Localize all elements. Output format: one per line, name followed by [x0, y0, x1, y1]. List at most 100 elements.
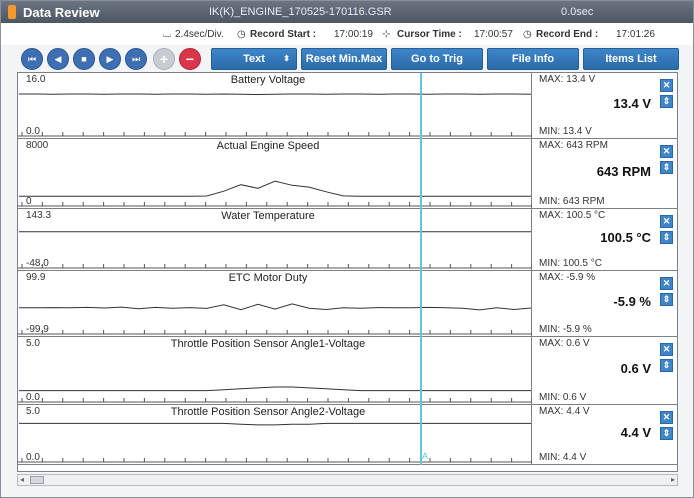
- move-icon[interactable]: ⇕: [660, 231, 673, 244]
- signal-panel: 5.0 0.0 Throttle Position Sensor Angle1-Vo…: [18, 337, 677, 405]
- cursor-time-label: Cursor Time :: [397, 29, 462, 40]
- max-value-label: MAX: -5.9 %: [539, 272, 596, 283]
- y-min-label: 0: [26, 196, 32, 207]
- y-min-label: -99.9: [26, 324, 49, 335]
- first-button[interactable]: ⏮: [21, 48, 43, 70]
- stop-button[interactable]: ■: [73, 48, 95, 70]
- signal-title: Actual Engine Speed: [216, 140, 320, 152]
- signal-plot[interactable]: 16.0 0.0 Battery Voltage: [18, 73, 532, 139]
- close-icon[interactable]: ✕: [660, 215, 673, 228]
- record-start-label: Record Start :: [250, 29, 317, 40]
- title-bar: Data Review IK(K)_ENGINE_170525-170116.G…: [1, 1, 693, 23]
- time-value: 0.0sec: [561, 6, 594, 18]
- record-info-bar: ⌴ 2.4sec/Div. ◷ Record Start : 17:00:19 …: [1, 23, 693, 45]
- chart-area[interactable]: 5.0 0.0 Throttle Position Sensor Angle2-Vo…: [17, 72, 678, 472]
- signal-plot[interactable]: 5.0 0.0 Throttle Position Sensor Angle1-Vo…: [18, 337, 532, 405]
- clock-icon: ◷: [237, 29, 246, 40]
- previous-button[interactable]: ◀: [47, 48, 69, 70]
- app-icon: [8, 5, 16, 19]
- time-cursor[interactable]: [420, 73, 422, 465]
- last-button[interactable]: ⏭: [125, 48, 147, 70]
- signal-plot[interactable]: 8000 0 Actual Engine Speed: [18, 139, 532, 209]
- min-value-label: MIN: 4.4 V: [539, 452, 587, 463]
- move-icon[interactable]: ⇕: [660, 359, 673, 372]
- record-start-value: 17:00:19: [334, 29, 373, 40]
- signal-panel: 143.3 -48.0 Water Temperature MAX: 100.5 °C…: [18, 209, 677, 271]
- signal-plot[interactable]: 99.9 -99.9 ETC Motor Duty: [18, 271, 532, 337]
- close-icon[interactable]: ✕: [660, 277, 673, 290]
- signal-trace-line: [19, 422, 531, 426]
- div-icon: ⌴: [163, 29, 171, 40]
- y-min-label: 0.0: [26, 392, 40, 403]
- clock-end-icon: ◷: [523, 29, 532, 40]
- signal-stats: MAX: 4.4 V 4.4 V MIN: 4.4 V ✕ ⇕: [532, 405, 677, 465]
- signal-panel: 99.9 -99.9 ETC Motor Duty MAX: -5.9 % -5.9 %…: [18, 271, 677, 337]
- y-min-label: -48.0: [26, 258, 49, 269]
- close-icon[interactable]: ✕: [660, 79, 673, 92]
- signal-title: ETC Motor Duty: [228, 272, 308, 284]
- min-value-label: MIN: 0.6 V: [539, 392, 587, 403]
- move-icon[interactable]: ⇕: [660, 293, 673, 306]
- move-icon[interactable]: ⇕: [660, 161, 673, 174]
- app-title: Data Review: [23, 5, 100, 20]
- signal-title: Water Temperature: [221, 210, 315, 222]
- signal-stats: MAX: -5.9 % -5.9 % MIN: -5.9 % ✕ ⇕: [532, 271, 677, 337]
- add-item-button[interactable]: +: [153, 48, 175, 70]
- horizontal-scrollbar[interactable]: ◂ ▸: [17, 474, 678, 486]
- record-end-value: 17:01:26: [616, 29, 655, 40]
- scroll-thumb[interactable]: [30, 476, 44, 484]
- remove-item-button[interactable]: −: [179, 48, 201, 70]
- max-value-label: MAX: 100.5 °C: [539, 210, 606, 221]
- current-value: 0.6 V: [620, 361, 651, 376]
- signal-plot[interactable]: 5.0 0.0 Throttle Position Sensor Angle2-Vo…: [18, 405, 532, 465]
- scroll-right-icon[interactable]: ▸: [671, 475, 675, 484]
- signal-stats: MAX: 13.4 V 13.4 V MIN: 13.4 V ✕ ⇕: [532, 73, 677, 139]
- close-icon[interactable]: ✕: [660, 145, 673, 158]
- text-mode-select[interactable]: Text ⬍: [211, 48, 297, 70]
- current-value: -5.9 %: [613, 294, 651, 309]
- reset-minmax-button[interactable]: Reset Min.Max: [301, 48, 387, 70]
- y-min-label: 0.0: [26, 126, 40, 137]
- data-review-window: Data Review IK(K)_ENGINE_170525-170116.G…: [0, 0, 694, 498]
- signal-trace-line: [19, 180, 531, 197]
- max-value-label: MAX: 643 RPM: [539, 140, 608, 151]
- text-mode-label: Text: [243, 53, 265, 65]
- signal-plot[interactable]: 143.3 -48.0 Water Temperature: [18, 209, 532, 271]
- signal-title: Battery Voltage: [230, 74, 306, 86]
- signal-panel: 8000 0 Actual Engine Speed MAX: 643 RPM 643 …: [18, 139, 677, 209]
- current-value: 643 RPM: [596, 164, 651, 179]
- go-to-trig-button[interactable]: Go to Trig: [391, 48, 483, 70]
- file-name: IK(K)_ENGINE_170525-170116.GSR: [209, 6, 392, 18]
- max-value-label: MAX: 0.6 V: [539, 338, 590, 349]
- next-button[interactable]: ▶: [99, 48, 121, 70]
- signal-stats: MAX: 643 RPM 643 RPM MIN: 643 RPM ✕ ⇕: [532, 139, 677, 209]
- signal-trace-line: [19, 386, 531, 392]
- max-value-label: MAX: 4.4 V: [539, 406, 590, 417]
- signal-title: Throttle Position Sensor Angle1-Voltage: [170, 338, 366, 350]
- file-info-button[interactable]: File Info: [487, 48, 579, 70]
- y-min-label: 0.0: [26, 452, 40, 463]
- signal-stats: MAX: 0.6 V 0.6 V MIN: 0.6 V ✕ ⇕: [532, 337, 677, 405]
- signal-title: Throttle Position Sensor Angle2-Voltage: [170, 406, 366, 418]
- min-value-label: MIN: -5.9 %: [539, 324, 592, 335]
- items-list-button[interactable]: Items List: [583, 48, 679, 70]
- signal-trace-line: [19, 303, 532, 311]
- current-value: 13.4 V: [613, 96, 651, 111]
- scroll-left-icon[interactable]: ◂: [20, 475, 24, 484]
- current-value: 100.5 °C: [600, 230, 651, 245]
- time-per-div: 2.4sec/Div.: [175, 29, 224, 40]
- crosshair-icon: ⊹: [382, 29, 391, 40]
- signal-stats: MAX: 100.5 °C 100.5 °C MIN: 100.5 °C ✕ ⇕: [532, 209, 677, 271]
- current-value: 4.4 V: [620, 425, 651, 440]
- signal-panel: 16.0 0.0 Battery Voltage MAX: 13.4 V 13.4 VM…: [18, 73, 677, 139]
- signal-trace-line: [19, 93, 532, 96]
- min-value-label: MIN: 13.4 V: [539, 126, 592, 137]
- move-icon[interactable]: ⇕: [660, 95, 673, 108]
- signal-panel: 5.0 0.0 Throttle Position Sensor Angle2-Vo…: [18, 405, 677, 465]
- move-icon[interactable]: ⇕: [660, 427, 673, 440]
- cursor-time-value: 17:00:57: [474, 29, 513, 40]
- max-value-label: MAX: 13.4 V: [539, 74, 596, 85]
- close-icon[interactable]: ✕: [660, 343, 673, 356]
- cursor-marker: A: [422, 451, 429, 461]
- close-icon[interactable]: ✕: [660, 411, 673, 424]
